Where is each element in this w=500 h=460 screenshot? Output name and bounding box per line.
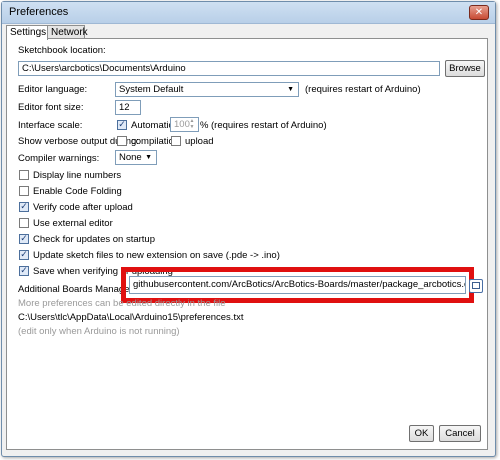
display-line-numbers-checkbox[interactable] xyxy=(19,170,29,180)
title-bar[interactable]: Preferences ✕ xyxy=(2,2,495,24)
check-updates-checkbox[interactable]: ✓ xyxy=(19,234,29,244)
update-sketch-extension-checkbox[interactable]: ✓ xyxy=(19,250,29,260)
verify-code-after-upload-label: Verify code after upload xyxy=(33,202,133,213)
sketchbook-label: Sketchbook location: xyxy=(18,45,106,56)
interface-scale-spinner[interactable]: ▲ ▼ xyxy=(187,118,197,131)
preferences-file-path: C:\Users\tlc\AppData\Local\Arduino15\pre… xyxy=(18,312,244,323)
editor-language-note: (requires restart of Arduino) xyxy=(305,84,421,95)
cancel-button[interactable]: Cancel xyxy=(439,425,481,442)
editor-font-size-label: Editor font size: xyxy=(18,102,84,113)
verbose-upload-label: upload xyxy=(185,136,214,147)
verbose-upload-checkbox[interactable] xyxy=(171,136,181,146)
update-sketch-extension-label: Update sketch files to new extension on … xyxy=(33,250,280,261)
chevron-down-icon: ▼ xyxy=(145,154,152,161)
use-external-editor-checkbox[interactable] xyxy=(19,218,29,228)
interface-scale-automatic-checkbox[interactable]: ✓ xyxy=(117,120,127,130)
browse-button[interactable]: Browse xyxy=(445,60,485,77)
enable-code-folding-checkbox[interactable] xyxy=(19,186,29,196)
interface-scale-unit: % xyxy=(200,120,209,131)
chevron-down-icon: ▼ xyxy=(287,86,294,93)
compiler-warnings-label: Compiler warnings: xyxy=(18,153,100,164)
sketchbook-location-field[interactable]: C:\Users\arcbotics\Documents\Arduino xyxy=(18,61,440,76)
verbose-compilation-checkbox[interactable] xyxy=(117,136,127,146)
save-when-verifying-checkbox[interactable]: ✓ xyxy=(19,266,29,276)
edit-only-note: (edit only when Arduino is not running) xyxy=(18,326,180,337)
editor-language-select[interactable]: System Default ▼ xyxy=(115,82,299,97)
spinner-down-icon[interactable]: ▼ xyxy=(187,124,197,130)
settings-panel: Sketchbook location: C:\Users\arcbotics\… xyxy=(6,38,488,450)
window-icon[interactable] xyxy=(469,279,483,293)
verify-code-after-upload-checkbox[interactable]: ✓ xyxy=(19,202,29,212)
window-title: Preferences xyxy=(9,6,69,18)
enable-code-folding-label: Enable Code Folding xyxy=(33,186,122,197)
interface-scale-automatic-label: Automatic xyxy=(131,120,174,131)
editor-language-label: Editor language: xyxy=(18,84,88,95)
close-icon[interactable]: ✕ xyxy=(469,5,489,20)
compiler-warnings-value: None xyxy=(119,152,142,163)
more-preferences-note: More preferences can be edited directly … xyxy=(18,298,226,309)
tab-settings[interactable]: Settings xyxy=(6,25,48,40)
editor-language-value: System Default xyxy=(119,84,184,95)
display-line-numbers-label: Display line numbers xyxy=(33,170,122,181)
editor-font-size-field[interactable]: 12 xyxy=(115,100,141,115)
tab-network[interactable]: Network xyxy=(47,25,88,39)
compiler-warnings-select[interactable]: None ▼ xyxy=(115,150,157,165)
interface-scale-label: Interface scale: xyxy=(18,120,83,131)
ok-button[interactable]: OK xyxy=(409,425,434,442)
interface-scale-note: (requires restart of Arduino) xyxy=(211,120,327,131)
use-external-editor-label: Use external editor xyxy=(33,218,113,229)
check-updates-label: Check for updates on startup xyxy=(33,234,155,245)
